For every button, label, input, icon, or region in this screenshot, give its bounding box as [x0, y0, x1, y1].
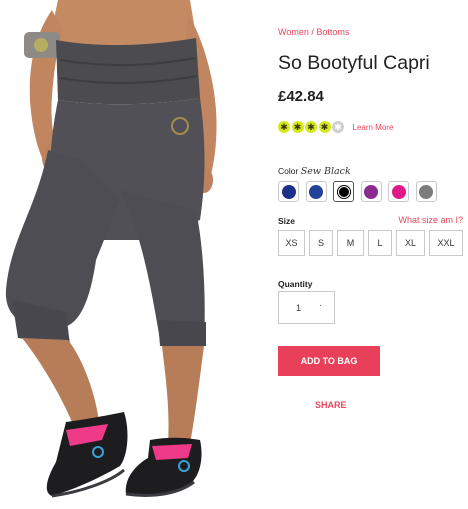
size-option-m[interactable]: M	[337, 230, 364, 256]
color-swatch-royal-blue[interactable]	[305, 181, 327, 202]
swatch-color-dot	[281, 184, 296, 199]
color-swatch-pink[interactable]	[388, 181, 409, 202]
swatch-color-dot	[337, 185, 350, 198]
color-swatch-black[interactable]	[333, 181, 354, 202]
product-detail-panel: Women / Bottoms So Bootyful Capri £42.84…	[278, 0, 464, 509]
size-option-l[interactable]: L	[368, 230, 392, 256]
share-link[interactable]: SHARE	[315, 400, 347, 410]
color-swatches	[278, 181, 437, 202]
size-option-xxl[interactable]: XXL	[429, 230, 463, 256]
color-label: Color	[278, 166, 299, 176]
product-title: So Bootyful Capri	[278, 52, 430, 74]
quantity-stepper[interactable]: 1 ·	[278, 291, 335, 324]
size-option-xs[interactable]: XS	[278, 230, 305, 256]
star-icon: ✱	[291, 121, 304, 133]
swatch-color-dot	[364, 184, 378, 199]
swatch-color-dot	[419, 184, 433, 199]
breadcrumb[interactable]: Women / Bottoms	[278, 27, 349, 37]
star-icon: ✱	[318, 121, 331, 133]
swatch-color-dot	[309, 184, 323, 199]
quantity-value[interactable]: 1	[296, 303, 301, 313]
size-option-s[interactable]: S	[309, 230, 333, 256]
color-swatch-navy[interactable]	[278, 181, 299, 202]
color-label-row: Color Sew Black	[278, 166, 351, 177]
add-to-bag-button[interactable]: ADD TO BAG	[278, 346, 380, 376]
model-capri-photo	[5, 0, 217, 498]
quantity-label: Quantity	[278, 279, 313, 289]
star-icon: ✱	[305, 121, 317, 133]
learn-more-link[interactable]: Learn More	[353, 123, 394, 132]
size-option-xl[interactable]: XL	[396, 230, 425, 256]
swatch-color-dot	[391, 184, 406, 199]
product-price: £42.84	[278, 88, 324, 105]
size-guide-link[interactable]: What size am I?	[398, 215, 463, 225]
rating: ✱ ✱ ✱ ✱ ✱ Learn More	[278, 121, 393, 133]
size-label: Size	[278, 216, 296, 226]
star-empty-icon: ✱	[332, 121, 344, 133]
size-options: XS S M L XL XXL	[278, 230, 463, 256]
color-swatch-purple[interactable]	[360, 181, 382, 202]
quantity-stepper-icon[interactable]: ·	[319, 300, 322, 311]
selected-color-name: Sew Black	[300, 166, 351, 177]
product-image	[0, 0, 262, 509]
star-icon: ✱	[278, 121, 290, 133]
color-swatch-gray[interactable]	[415, 181, 437, 202]
